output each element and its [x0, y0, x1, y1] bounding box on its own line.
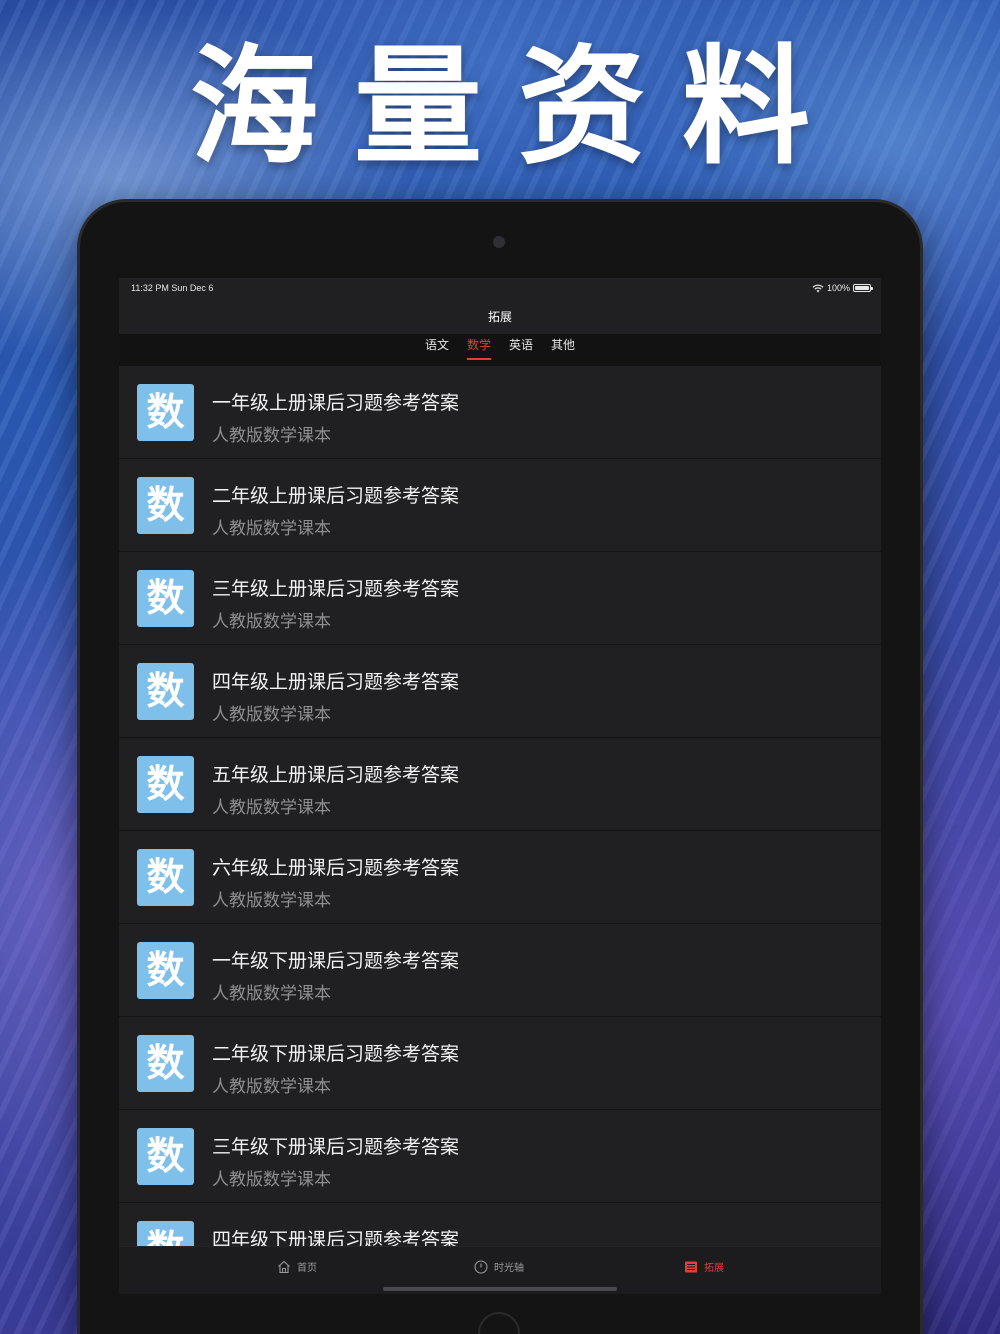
item-subtitle: 人教版数学课本: [212, 891, 331, 911]
camera-dot: [493, 236, 505, 248]
status-right: 100%: [812, 283, 873, 293]
item-title: 六年级上册课后习题参考答案: [212, 857, 460, 879]
bottom-tab-bar: 首页 时光轴 拓展: [119, 1246, 881, 1294]
math-icon: 数: [137, 477, 194, 534]
list-item[interactable]: 数 四年级上册课后习题参考答案 人教版数学课本: [119, 645, 881, 738]
home-icon: [278, 1260, 290, 1273]
item-title: 四年级下册课后习题参考答案: [212, 1229, 460, 1246]
subject-tabs: 语文 数学 英语 其他: [119, 334, 881, 366]
math-icon: 数: [137, 1128, 194, 1185]
item-subtitle: 人教版数学课本: [212, 984, 331, 1004]
status-bar: 11:32 PM Sun Dec 6 100%: [119, 278, 881, 300]
item-title: 三年级上册课后习题参考答案: [212, 578, 460, 600]
list-item[interactable]: 数 六年级上册课后习题参考答案 人教版数学课本: [119, 831, 881, 924]
tab-english[interactable]: 英语: [509, 334, 533, 360]
ipad-frame: 11:32 PM Sun Dec 6 100% 拓展 语文 数学 英语 其他 数…: [80, 202, 920, 1334]
math-icon: 数: [137, 1035, 194, 1092]
battery-icon: [853, 284, 873, 292]
nav-bar: 拓展: [119, 300, 881, 334]
math-icon: 数: [137, 756, 194, 813]
list-item[interactable]: 数 四年级下册课后习题参考答案: [119, 1203, 881, 1246]
list-icon: [685, 1261, 697, 1272]
math-icon: 数: [137, 570, 194, 627]
list-item[interactable]: 数 三年级下册课后习题参考答案 人教版数学课本: [119, 1110, 881, 1203]
tab-timeline[interactable]: 时光轴: [474, 1259, 524, 1274]
page-title: 拓展: [487, 310, 512, 324]
home-button[interactable]: [478, 1312, 520, 1334]
list-item[interactable]: 数 二年级上册课后习题参考答案 人教版数学课本: [119, 459, 881, 552]
item-title: 一年级下册课后习题参考答案: [212, 950, 460, 972]
item-subtitle: 人教版数学课本: [212, 1077, 331, 1097]
tab-home-label: 首页: [297, 1263, 317, 1274]
battery-percent: 100%: [826, 283, 850, 293]
item-subtitle: 人教版数学课本: [212, 426, 331, 446]
clock-icon: [474, 1259, 488, 1274]
tab-home[interactable]: 首页: [277, 1259, 317, 1274]
promo-headline: 海量资料: [189, 33, 846, 182]
list-item[interactable]: 数 三年级上册课后习题参考答案 人教版数学课本: [119, 552, 881, 645]
item-subtitle: 人教版数学课本: [212, 612, 331, 632]
item-title: 四年级上册课后习题参考答案: [212, 671, 460, 693]
list-item[interactable]: 数 一年级下册课后习题参考答案 人教版数学课本: [119, 924, 881, 1017]
item-title: 五年级上册课后习题参考答案: [212, 764, 460, 786]
item-title: 二年级下册课后习题参考答案: [212, 1043, 460, 1065]
math-icon: 数: [137, 1221, 194, 1246]
wifi-icon: [812, 284, 824, 292]
item-subtitle: 人教版数学课本: [212, 519, 331, 539]
item-subtitle: 人教版数学课本: [212, 798, 331, 818]
list-item[interactable]: 数 二年级下册课后习题参考答案 人教版数学课本: [119, 1017, 881, 1110]
tab-math[interactable]: 数学: [466, 334, 492, 360]
tab-timeline-label: 时光轴: [494, 1263, 524, 1274]
answer-list: 数 一年级上册课后习题参考答案 人教版数学课本 数 二年级上册课后习题参考答案 …: [119, 366, 881, 1246]
math-icon: 数: [137, 384, 194, 441]
tab-extend[interactable]: 拓展: [684, 1259, 724, 1274]
item-subtitle: 人教版数学课本: [212, 705, 331, 725]
math-icon: 数: [137, 849, 194, 906]
item-title: 三年级下册课后习题参考答案: [212, 1136, 460, 1158]
app-screen: 11:32 PM Sun Dec 6 100% 拓展 语文 数学 英语 其他 数…: [119, 278, 881, 1294]
tab-other[interactable]: 其他: [551, 334, 575, 360]
item-subtitle: 人教版数学课本: [212, 1170, 331, 1190]
status-time: 11:32 PM Sun Dec 6: [131, 283, 214, 293]
item-title: 一年级上册课后习题参考答案: [212, 392, 460, 414]
list-item[interactable]: 数 一年级上册课后习题参考答案 人教版数学课本: [119, 366, 881, 459]
math-icon: 数: [137, 942, 194, 999]
item-title: 二年级上册课后习题参考答案: [212, 485, 460, 507]
math-icon: 数: [137, 663, 194, 720]
list-item[interactable]: 数 五年级上册课后习题参考答案 人教版数学课本: [119, 738, 881, 831]
tab-extend-label: 拓展: [704, 1263, 724, 1274]
tab-chinese[interactable]: 语文: [425, 334, 449, 360]
home-indicator: [383, 1287, 617, 1291]
